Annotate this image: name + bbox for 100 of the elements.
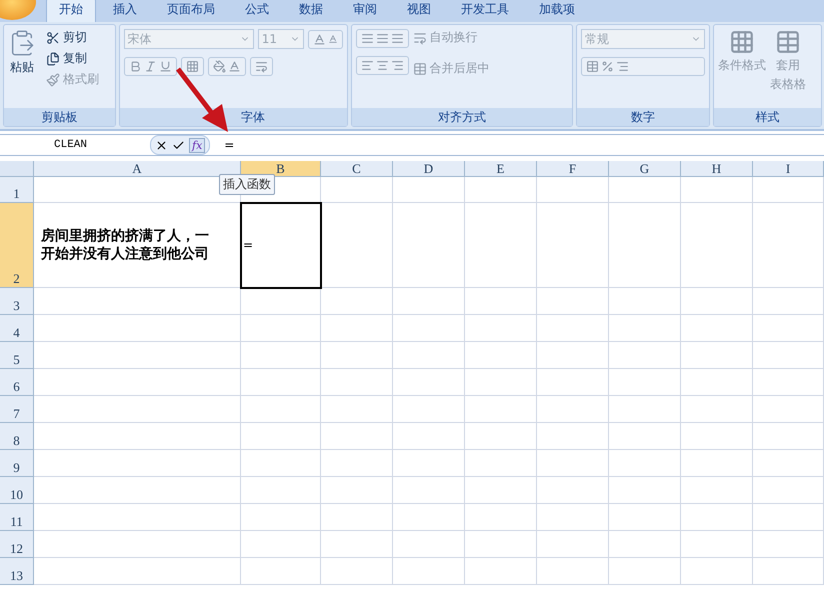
table-cell: [321, 558, 393, 585]
font-size-buttons[interactable]: [308, 30, 343, 48]
vertical-align-buttons[interactable]: [356, 29, 409, 48]
active-cell[interactable]: =: [241, 203, 321, 288]
column-header[interactable]: H: [681, 161, 753, 177]
ribbon-tab[interactable]: 视图: [394, 0, 444, 22]
merge-icon: [412, 62, 427, 76]
table-cell: [753, 558, 824, 585]
table-cell: [393, 504, 465, 531]
color-buttons[interactable]: [208, 57, 246, 76]
number-format-buttons[interactable]: [581, 57, 706, 76]
table-cell: [537, 369, 609, 396]
column-header[interactable]: C: [321, 161, 393, 177]
italic-icon: [144, 60, 157, 73]
row-header[interactable]: 9: [0, 450, 34, 477]
group-label: 样式: [714, 108, 821, 126]
formula-field[interactable]: =: [210, 138, 234, 152]
table-cell: [321, 177, 393, 203]
column-header[interactable]: I: [753, 161, 824, 177]
group-label: 剪贴板: [4, 108, 115, 126]
column-header[interactable]: A: [34, 161, 241, 177]
row-header[interactable]: 7: [0, 396, 34, 423]
enter-icon[interactable]: [172, 138, 185, 152]
table-cell: [753, 477, 824, 504]
cut-button[interactable]: 剪切: [46, 29, 99, 46]
table-icon: [775, 29, 802, 55]
table-cell: [537, 504, 609, 531]
table-cell: [609, 315, 681, 342]
table-cell: [681, 288, 753, 315]
table-cell: [609, 504, 681, 531]
table-cell: [465, 450, 537, 477]
ribbon-tab[interactable]: 开发工具: [448, 0, 522, 22]
ribbon-tab[interactable]: 开始: [46, 0, 96, 22]
row-header[interactable]: 12: [0, 531, 34, 558]
table-cell: [609, 423, 681, 450]
table-cell: [681, 531, 753, 558]
table-cell: [681, 423, 753, 450]
grow-font-icon: [312, 32, 326, 46]
column-header[interactable]: D: [393, 161, 465, 177]
table-cell: [537, 531, 609, 558]
table-cell: [753, 450, 824, 477]
table-cell: [609, 396, 681, 423]
row-header[interactable]: 1: [0, 177, 34, 203]
row-header[interactable]: 5: [0, 342, 34, 369]
column-header[interactable]: G: [609, 161, 681, 177]
row-header[interactable]: 3: [0, 288, 34, 315]
underline-icon: [158, 60, 172, 73]
select-all-corner[interactable]: [0, 161, 34, 177]
grid-icon: [729, 29, 756, 55]
bold-icon: [128, 60, 142, 73]
brush-icon: [46, 72, 60, 86]
group-label: 数字: [577, 108, 710, 126]
column-header[interactable]: F: [537, 161, 609, 177]
table-cell: [321, 396, 393, 423]
table-cell: [609, 177, 681, 203]
table-cell: [537, 315, 609, 342]
ribbon-tab[interactable]: 加载项: [526, 0, 588, 22]
phonetic-button[interactable]: [250, 57, 273, 76]
row-header[interactable]: 8: [0, 423, 34, 450]
row-header[interactable]: 6: [0, 369, 34, 396]
paint-bucket-icon: [212, 60, 226, 73]
column-header[interactable]: B: [241, 161, 321, 177]
table-cell: [681, 477, 753, 504]
table-cell: [321, 342, 393, 369]
scissors-icon: [46, 30, 60, 44]
shrink-font-icon: [328, 34, 338, 44]
ribbon-tab[interactable]: 公式: [232, 0, 282, 22]
horizontal-align-buttons[interactable]: [356, 56, 409, 75]
row-header[interactable]: 10: [0, 477, 34, 504]
table-cell: [609, 531, 681, 558]
align-right-icon: [390, 59, 404, 72]
table-cell: [537, 177, 609, 203]
paste-button[interactable]: 粘贴: [8, 29, 36, 104]
row-header[interactable]: 2: [0, 203, 34, 288]
table-cell: [465, 315, 537, 342]
table-cell: [753, 423, 824, 450]
table-cell: [321, 369, 393, 396]
name-box[interactable]: CLEAN: [0, 139, 150, 151]
ribbon-tab[interactable]: 页面布局: [154, 0, 228, 22]
insert-function-button[interactable]: fx: [189, 138, 206, 152]
table-cell: [609, 369, 681, 396]
row-header[interactable]: 13: [0, 558, 34, 585]
style-buttons[interactable]: [124, 57, 177, 76]
ribbon-tab[interactable]: 插入: [100, 0, 150, 22]
ribbon-tab[interactable]: 审阅: [340, 0, 390, 22]
table-cell: [537, 558, 609, 585]
percent-icon: [601, 60, 614, 73]
table-cell: [681, 504, 753, 531]
cancel-icon[interactable]: [155, 138, 168, 152]
table-cell: [609, 288, 681, 315]
table-cell: [465, 477, 537, 504]
ribbon-tab[interactable]: 数据: [286, 0, 336, 22]
table-cell: [537, 288, 609, 315]
copy-button[interactable]: 复制: [46, 50, 99, 67]
border-button[interactable]: [180, 57, 204, 76]
row-header[interactable]: 4: [0, 315, 34, 342]
table-cell: [753, 177, 824, 203]
row-header[interactable]: 11: [0, 504, 34, 531]
table-cell: [753, 288, 824, 315]
column-header[interactable]: E: [465, 161, 537, 177]
